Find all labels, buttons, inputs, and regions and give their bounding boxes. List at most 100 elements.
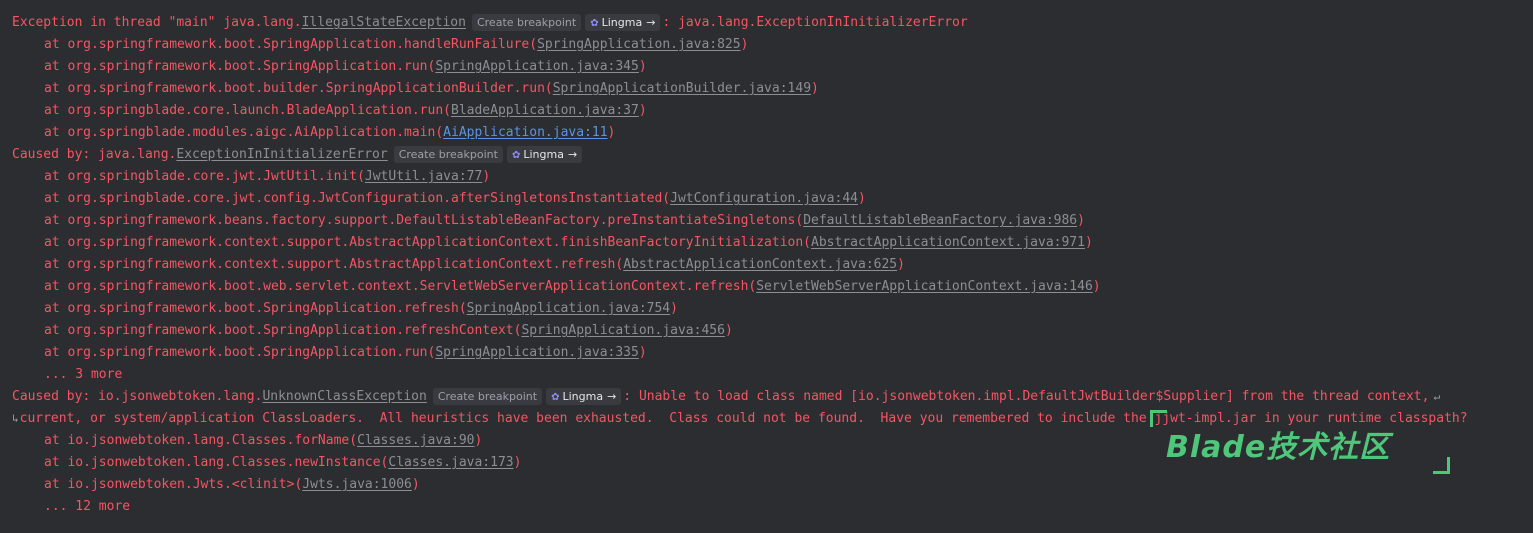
- source-link[interactable]: BladeApplication.java:37: [451, 103, 639, 118]
- lingma-label: Lingma: [562, 390, 604, 403]
- stack-frame: at org.springframework.boot.SpringApplic…: [44, 298, 678, 320]
- frame-close: ): [638, 59, 647, 74]
- lingma-logo-icon: ✿: [511, 150, 521, 161]
- stack-frame: at org.springframework.boot.builder.Spri…: [44, 78, 819, 100]
- stack-frame: at io.jsonwebtoken.lang.Classes.newInsta…: [44, 452, 521, 474]
- watermark-corner-bottom-right: [1433, 457, 1450, 474]
- source-link[interactable]: JwtUtil.java:77: [365, 169, 482, 184]
- create-breakpoint-button[interactable]: Create breakpoint: [432, 388, 543, 405]
- frame-close: ): [1092, 279, 1101, 294]
- frame-text: at org.springframework.boot.SpringApplic…: [44, 345, 436, 360]
- lingma-logo-icon: ✿: [551, 392, 560, 403]
- soft-wrap-icon: ↵: [1433, 390, 1441, 403]
- lingma-button[interactable]: ✿ Lingma →: [546, 388, 622, 405]
- frame-text: at org.springframework.boot.SpringApplic…: [44, 301, 467, 316]
- frame-close: ): [482, 169, 491, 184]
- frame-close: ): [897, 257, 905, 272]
- exception-class-link[interactable]: IllegalStateException: [302, 15, 466, 30]
- stack-frame: at org.springframework.context.support.A…: [44, 232, 1093, 254]
- frame-text: at io.jsonwebtoken.lang.Classes.newInsta…: [44, 455, 389, 470]
- frame-text: at io.jsonwebtoken.lang.Classes.forName(: [44, 433, 358, 448]
- lingma-label: Lingma: [601, 16, 643, 29]
- source-link[interactable]: SpringApplication.java:456: [521, 323, 725, 338]
- stack-frame: at org.springframework.beans.factory.sup…: [44, 210, 1085, 232]
- stack-line-caused-by: Caused by: io.jsonwebtoken.lang.UnknownC…: [12, 386, 1440, 408]
- frame-text: at org.springblade.core.launch.BladeAppl…: [44, 103, 451, 118]
- frame-text: at org.springframework.boot.SpringApplic…: [44, 59, 436, 74]
- frame-close: ): [638, 345, 647, 360]
- frame-close: ): [670, 301, 678, 316]
- source-link[interactable]: DefaultListableBeanFactory.java:986: [803, 213, 1077, 228]
- create-breakpoint-button[interactable]: Create breakpoint: [393, 146, 503, 163]
- exception-message: : Unable to load class named [io.jsonweb…: [623, 389, 1430, 404]
- frame-close: ): [638, 103, 647, 118]
- caused-by-text: Caused by: java.lang.: [12, 147, 177, 162]
- lingma-logo-icon: ✿: [590, 18, 599, 29]
- exception-text: Exception in thread "main" java.lang.: [12, 15, 302, 30]
- watermark-text: Blade技术社区: [1166, 430, 1391, 465]
- frame-text: at org.springframework.boot.builder.Spri…: [44, 81, 553, 96]
- stack-frame: at io.jsonwebtoken.Jwts.<clinit>(Jwts.ja…: [44, 474, 420, 496]
- frame-text: at io.jsonwebtoken.Jwts.<clinit>(: [44, 477, 303, 492]
- source-link[interactable]: ServletWebServerApplicationContext.java:…: [756, 279, 1093, 294]
- watermark-corner-top-left: [1150, 410, 1167, 427]
- stack-frame: at org.springframework.boot.SpringApplic…: [44, 56, 647, 78]
- stack-frame: at org.springblade.core.jwt.config.JwtCo…: [44, 188, 866, 210]
- frame-close: ): [857, 191, 866, 206]
- stack-frame: at io.jsonwebtoken.lang.Classes.forName(…: [44, 430, 482, 452]
- caused-by-text: Caused by: io.jsonwebtoken.lang.: [12, 389, 263, 404]
- stack-more-frames[interactable]: ... 12 more: [44, 496, 130, 518]
- frame-close: ): [724, 323, 733, 338]
- source-link[interactable]: SpringApplication.java:345: [435, 59, 639, 74]
- stack-frame: at org.springframework.boot.web.servlet.…: [44, 276, 1101, 298]
- frame-text: at org.springframework.boot.SpringApplic…: [44, 37, 538, 52]
- stack-line-caused-by: Caused by: java.lang.ExceptionInInitiali…: [12, 144, 584, 166]
- stack-frame: at org.springframework.boot.SpringApplic…: [44, 320, 733, 342]
- frame-close: ): [474, 433, 483, 448]
- source-link[interactable]: Classes.java:173: [388, 455, 513, 470]
- soft-wrap-continue-icon: ↳: [12, 412, 19, 425]
- stack-more-frames[interactable]: ... 3 more: [44, 364, 122, 386]
- frame-text: at org.springblade.core.jwt.config.JwtCo…: [44, 191, 671, 206]
- frame-text: at org.springblade.core.jwt.JwtUtil.init…: [44, 169, 365, 184]
- source-link[interactable]: SpringApplication.java:754: [467, 301, 671, 316]
- source-link[interactable]: SpringApplicationBuilder.java:149: [553, 81, 811, 96]
- frame-close: ): [811, 81, 819, 96]
- exception-message: : java.lang.ExceptionInInitializerError: [662, 15, 968, 30]
- lingma-button[interactable]: ✿ Lingma →: [585, 14, 661, 31]
- stack-frame: at org.springframework.context.support.A…: [44, 254, 905, 276]
- watermark-logo: Blade技术社区: [1150, 410, 1450, 474]
- source-link[interactable]: Classes.java:90: [357, 433, 474, 448]
- source-link-project[interactable]: AiApplication.java:11: [443, 125, 607, 140]
- frame-text: at org.springframework.context.support.A…: [44, 235, 812, 250]
- frame-close: ): [1084, 235, 1093, 250]
- stack-frame: at org.springblade.core.launch.BladeAppl…: [44, 100, 647, 122]
- source-link[interactable]: Jwts.java:1006: [302, 477, 412, 492]
- frame-text: at org.springblade.modules.aigc.AiApplic…: [44, 125, 444, 140]
- frame-text: at org.springframework.boot.SpringApplic…: [44, 323, 522, 338]
- create-breakpoint-button[interactable]: Create breakpoint: [471, 14, 582, 31]
- run-console-output: Exception in thread "main" java.lang.Ill…: [0, 0, 1533, 533]
- stack-line-exception-header: Exception in thread "main" java.lang.Ill…: [12, 12, 968, 34]
- frame-close: ): [513, 455, 522, 470]
- lingma-button[interactable]: ✿ Lingma →: [506, 146, 583, 163]
- frame-close: ): [411, 477, 420, 492]
- frame-text: at org.springframework.context.support.A…: [44, 257, 624, 272]
- source-link[interactable]: SpringApplication.java:825: [537, 37, 741, 52]
- frame-close: ): [607, 125, 616, 140]
- stack-frame: at org.springblade.modules.aigc.AiApplic…: [44, 122, 615, 144]
- source-link[interactable]: JwtConfiguration.java:44: [670, 191, 858, 206]
- stack-frame: at org.springframework.boot.SpringApplic…: [44, 342, 647, 364]
- lingma-label: Lingma: [523, 148, 564, 161]
- stack-frame: at org.springframework.boot.SpringApplic…: [44, 34, 748, 56]
- source-link[interactable]: AbstractApplicationContext.java:971: [811, 235, 1085, 250]
- frame-close: ): [740, 37, 749, 52]
- arrow-right-icon: →: [646, 16, 656, 29]
- arrow-right-icon: →: [607, 390, 617, 403]
- stack-frame: at org.springblade.core.jwt.JwtUtil.init…: [44, 166, 490, 188]
- exception-class-link[interactable]: UnknownClassException: [262, 389, 426, 404]
- source-link[interactable]: AbstractApplicationContext.java:625: [623, 257, 897, 272]
- frame-text: at org.springframework.boot.web.servlet.…: [44, 279, 757, 294]
- exception-class-link[interactable]: ExceptionInInitializerError: [176, 147, 387, 162]
- source-link[interactable]: SpringApplication.java:335: [435, 345, 639, 360]
